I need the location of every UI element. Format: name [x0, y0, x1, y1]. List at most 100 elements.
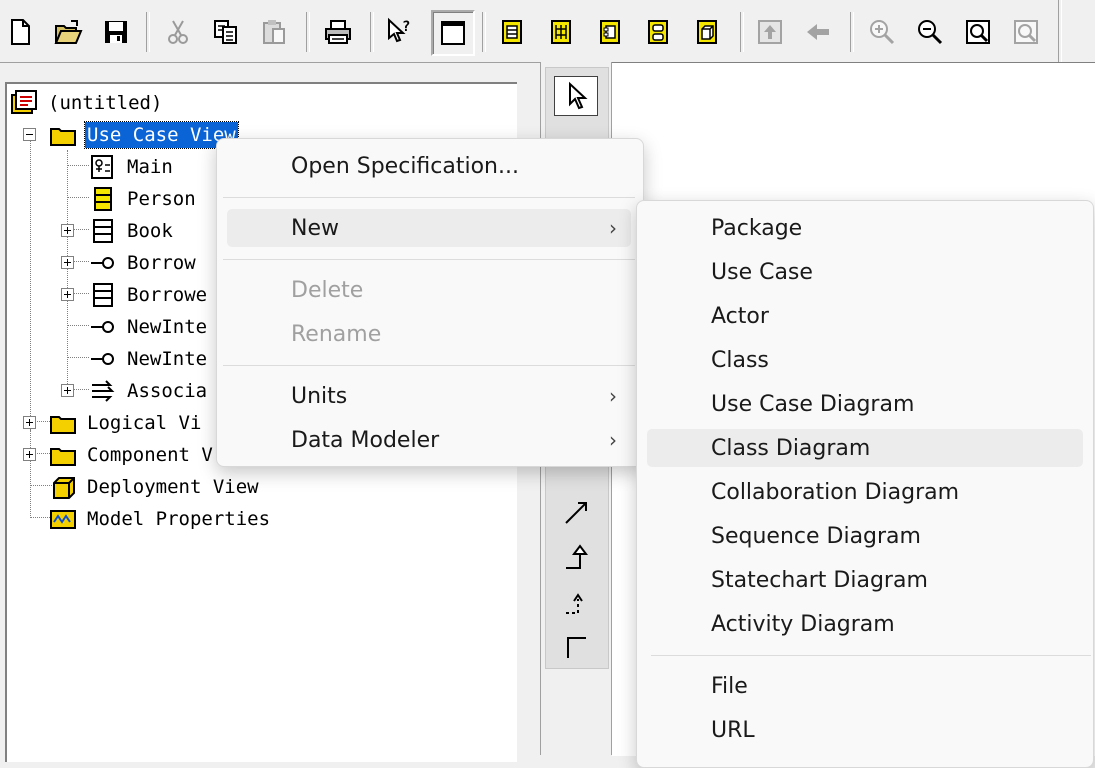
tree-item-label: NewInte	[127, 316, 208, 338]
selection-arrow-icon[interactable]	[554, 76, 598, 116]
browse-component-diagram-icon[interactable]	[592, 12, 628, 52]
chevron-right-icon: ›	[609, 428, 617, 452]
submenu-item-use-case-diagram[interactable]: Use Case Diagram	[647, 385, 1083, 423]
submenu-item-collaboration-diagram[interactable]: Collaboration Diagram	[647, 473, 1083, 511]
tree-item-person[interactable]: Person	[89, 184, 198, 214]
menu-item-label: File	[711, 673, 748, 699]
tree-item-label: Component V	[87, 444, 213, 466]
tree-item-label: Logical Vi	[87, 412, 202, 434]
menu-item-new[interactable]: New ›	[227, 209, 631, 247]
expand-icon[interactable]	[61, 256, 74, 269]
expand-component-view-icon[interactable]	[23, 448, 36, 461]
submenu-item-use-case[interactable]: Use Case	[647, 253, 1083, 291]
model-properties-icon	[50, 510, 76, 529]
class-icon	[93, 219, 113, 243]
submenu-item-url[interactable]: URL	[647, 711, 1083, 749]
deployment-icon	[53, 477, 75, 499]
browse-deployment-diagram-icon[interactable]	[689, 12, 725, 52]
menu-item-label: Class Diagram	[711, 435, 871, 461]
fit-in-window-icon[interactable]	[960, 12, 996, 52]
menu-item-units[interactable]: Units ›	[227, 377, 631, 415]
tree-item-book[interactable]: Book	[89, 216, 175, 246]
menu-item-delete[interactable]: Delete	[227, 271, 631, 309]
associations-icon	[92, 380, 115, 402]
anchor-note-icon[interactable]	[554, 626, 598, 666]
menu-item-label: Delete	[291, 277, 364, 303]
dependency-icon[interactable]	[554, 583, 598, 623]
browse-parent-icon[interactable]	[752, 12, 788, 52]
tree-item-newinterface[interactable]: NewInte	[89, 312, 209, 342]
chevron-right-icon: ›	[609, 384, 617, 408]
tree-item-borrower[interactable]: Borrowe	[89, 280, 209, 310]
menu-item-label: Collaboration Diagram	[711, 479, 960, 505]
use-case-diagram-icon	[91, 155, 113, 179]
tree-item-label: Person	[127, 188, 196, 210]
new-file-icon[interactable]	[2, 12, 38, 52]
tree-item-label: Borrow	[127, 252, 196, 274]
paste-icon[interactable]	[256, 12, 292, 52]
tree-item-logical-view[interactable]: Logical Vi	[49, 408, 203, 438]
context-help-icon[interactable]: ?	[382, 12, 418, 52]
submenu-item-statechart-diagram[interactable]: Statechart Diagram	[647, 561, 1083, 599]
unidirectional-association-icon[interactable]	[554, 493, 598, 533]
browse-interaction-diagram-icon[interactable]	[543, 12, 579, 52]
menu-item-label: Open Specification...	[291, 153, 519, 179]
expand-icon[interactable]	[61, 288, 74, 301]
menu-item-label: URL	[711, 717, 755, 743]
tree-item-associations[interactable]: Associa	[89, 376, 209, 406]
zoom-in-icon[interactable]	[864, 12, 900, 52]
tree-item-label: Use Case View	[84, 121, 239, 149]
menu-item-data-modeler[interactable]: Data Modeler ›	[227, 421, 631, 459]
copy-icon[interactable]	[208, 12, 244, 52]
submenu-item-activity-diagram[interactable]: Activity Diagram	[647, 605, 1083, 643]
tree-item-main[interactable]: Main	[89, 152, 175, 182]
cut-icon[interactable]	[160, 12, 196, 52]
expand-logical-view-icon[interactable]	[23, 416, 36, 429]
collapse-use-case-view-icon[interactable]	[23, 128, 36, 141]
tree-item-borrow[interactable]: Borrow	[89, 248, 198, 278]
tree-root[interactable]: (untitled)	[10, 88, 164, 118]
submenu-item-file[interactable]: File	[647, 667, 1083, 705]
main-toolbar: ?	[0, 0, 1095, 63]
zoom-out-icon[interactable]	[912, 12, 948, 52]
tree-item-component-view[interactable]: Component V	[49, 440, 215, 470]
tree-item-label: Borrowe	[127, 284, 208, 306]
interface-icon	[91, 257, 114, 269]
tree-item-label: Main	[127, 156, 173, 178]
view-documentation-icon[interactable]	[431, 10, 475, 56]
menu-item-rename[interactable]: Rename	[227, 315, 631, 353]
browse-class-diagram-icon[interactable]	[494, 12, 530, 52]
submenu-item-package[interactable]: Package	[647, 209, 1083, 247]
menu-item-label: Class	[711, 347, 769, 373]
tree-item-deployment-view[interactable]: Deployment View	[49, 472, 261, 502]
menu-item-label: Package	[711, 215, 803, 241]
tree-item-model-properties[interactable]: Model Properties	[49, 504, 272, 534]
menu-item-label: Sequence Diagram	[711, 523, 921, 549]
open-folder-icon[interactable]	[50, 12, 86, 52]
browse-previous-icon[interactable]	[800, 12, 836, 52]
submenu-item-class[interactable]: Class	[647, 341, 1083, 379]
interface-icon	[91, 321, 114, 333]
expand-icon[interactable]	[61, 384, 74, 397]
menu-item-open-specification[interactable]: Open Specification...	[227, 147, 631, 185]
browse-state-diagram-icon[interactable]	[640, 12, 676, 52]
undo-fit-icon[interactable]	[1008, 12, 1044, 52]
tree-item-label: Deployment View	[87, 476, 259, 498]
menu-item-label: Statechart Diagram	[711, 567, 928, 593]
save-icon[interactable]	[98, 12, 134, 52]
tree-item-use-case-view[interactable]: Use Case View	[49, 120, 239, 150]
svg-text:?: ?	[402, 19, 410, 35]
submenu-item-class-diagram[interactable]: Class Diagram	[647, 429, 1083, 467]
menu-item-label: Activity Diagram	[711, 611, 895, 637]
generalization-icon[interactable]	[554, 538, 598, 578]
expand-icon[interactable]	[61, 224, 74, 237]
context-menu: Open Specification... New › Delete Renam…	[216, 138, 644, 467]
class-icon	[94, 187, 112, 211]
menu-item-label: Rename	[291, 321, 382, 347]
print-icon[interactable]	[320, 12, 356, 52]
submenu-item-actor[interactable]: Actor	[647, 297, 1083, 335]
menu-item-label: Data Modeler	[291, 427, 440, 453]
class-icon	[93, 283, 113, 307]
submenu-item-sequence-diagram[interactable]: Sequence Diagram	[647, 517, 1083, 555]
tree-item-newinterface[interactable]: NewInte	[89, 344, 209, 374]
